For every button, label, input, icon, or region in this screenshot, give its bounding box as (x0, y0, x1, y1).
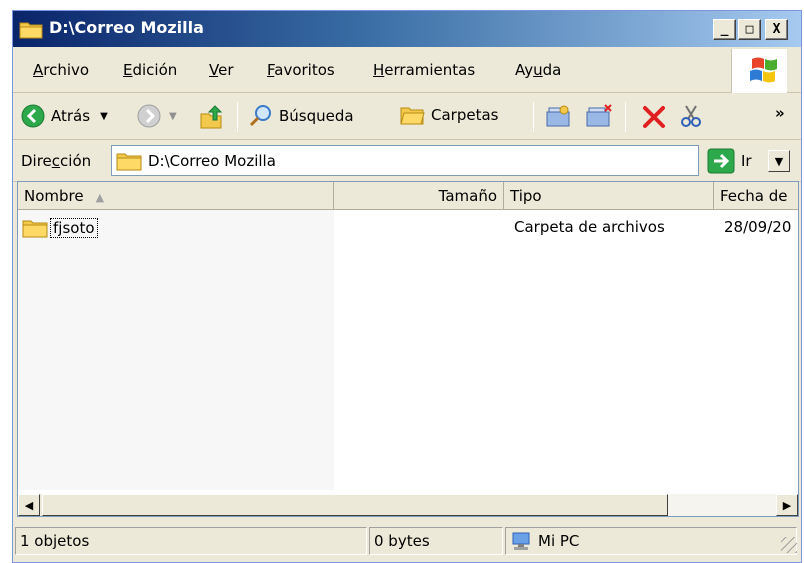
go-button[interactable]: Ir (707, 148, 752, 174)
copy-to-folder-icon (586, 104, 612, 127)
back-dropdown-icon[interactable]: ▼ (100, 111, 108, 122)
title-bar[interactable]: D:\Correo Mozilla _ □ X (13, 11, 801, 47)
windows-logo (731, 49, 787, 93)
address-input[interactable]: D:\Correo Mozilla ▼ (111, 145, 790, 176)
delete-button[interactable] (641, 104, 667, 130)
toolbar-separator (625, 102, 626, 132)
maximize-button[interactable]: □ (738, 19, 761, 40)
move-to-folder-icon (546, 105, 570, 127)
type-cell: Carpeta de archivos (514, 218, 665, 236)
address-bar: Dirección D:\Correo Mozilla ▼ Ir (13, 140, 801, 182)
menu-archivo[interactable]: Archivo (33, 61, 89, 79)
delete-icon (643, 106, 665, 128)
column-header-row: Nombre ▲ Tamaño Tipo Fecha de (18, 182, 798, 210)
scissors-icon (681, 105, 701, 127)
forward-button[interactable]: ▼ (137, 104, 177, 128)
toolbar-overflow-button[interactable]: » (775, 104, 785, 122)
menu-ver[interactable]: Ver (209, 61, 234, 79)
menu-favoritos[interactable]: Favoritos (267, 61, 335, 79)
folders-icon (400, 107, 425, 125)
column-header-name[interactable]: Nombre ▲ (18, 182, 334, 210)
chevron-right-icon: ▶ (782, 498, 792, 512)
address-label: Dirección (21, 152, 92, 170)
folder-icon (116, 153, 142, 171)
table-row[interactable]: fjsoto Carpeta de archivos 28/09/20 (18, 216, 798, 240)
name-column-shading (18, 210, 334, 490)
folders-button[interactable]: Carpetas (399, 104, 498, 126)
status-object-count: 1 objetos (15, 527, 367, 555)
scroll-left-button[interactable]: ◀ (18, 494, 40, 516)
back-label: Atrás (51, 107, 91, 125)
folders-label: Carpetas (431, 106, 499, 124)
explorer-window: D:\Correo Mozilla _ □ X Archivo Edición … (12, 10, 802, 563)
minimize-button[interactable]: _ (713, 19, 736, 40)
folder-icon (22, 220, 48, 238)
chevron-down-icon: ▼ (774, 154, 784, 168)
computer-icon (512, 532, 530, 550)
toolbar-separator (237, 102, 238, 132)
copy-to-button[interactable] (585, 104, 613, 128)
address-value: D:\Correo Mozilla (148, 152, 276, 170)
file-name: fjsoto (50, 218, 98, 238)
search-label: Búsqueda (279, 107, 354, 125)
resize-grip[interactable] (781, 537, 797, 553)
name-cell[interactable]: fjsoto (22, 218, 98, 238)
move-to-button[interactable] (545, 104, 571, 128)
menu-herramientas[interactable]: Herramientas (373, 61, 475, 79)
windows-flag-icon (750, 57, 777, 83)
date-cell: 28/09/20 (724, 218, 792, 236)
close-button[interactable]: X (765, 19, 788, 40)
status-bar: 1 objetos 0 bytes Mi PC (13, 523, 801, 559)
search-icon (249, 105, 271, 127)
folder-icon (19, 22, 43, 39)
menu-ayuda[interactable]: Ayuda (515, 61, 561, 79)
toolbar-separator (533, 102, 534, 132)
file-list-view[interactable]: Nombre ▲ Tamaño Tipo Fecha de fjsoto Carp… (17, 181, 799, 517)
status-size: 0 bytes (369, 527, 503, 555)
back-arrow-icon (21, 104, 45, 128)
window-title: D:\Correo Mozilla (49, 18, 204, 37)
status-location: Mi PC (505, 527, 797, 555)
back-button[interactable]: Atrás ▼ (21, 104, 108, 128)
scroll-right-button[interactable]: ▶ (776, 494, 798, 516)
forward-dropdown-icon[interactable]: ▼ (169, 111, 177, 122)
go-label: Ir (741, 152, 752, 170)
cut-button[interactable] (679, 104, 703, 128)
scrollbar-track[interactable] (668, 494, 776, 516)
scrollbar-thumb[interactable] (42, 494, 668, 516)
up-folder-icon (200, 105, 223, 129)
menu-edicion[interactable]: Edición (123, 61, 177, 79)
column-header-type[interactable]: Tipo (504, 182, 714, 210)
search-button[interactable]: Búsqueda (249, 104, 354, 128)
menu-bar: Archivo Edición Ver Favoritos Herramient… (13, 47, 801, 93)
horizontal-scrollbar[interactable]: ◀ ▶ (18, 494, 798, 516)
column-header-date[interactable]: Fecha de (714, 182, 798, 210)
sort-ascending-icon: ▲ (95, 191, 105, 204)
go-arrow-icon (707, 148, 735, 174)
standard-toolbar: Atrás ▼ ▼ Búsqueda Carpetas » (13, 94, 801, 140)
chevron-left-icon: ◀ (24, 498, 34, 512)
up-folder-button[interactable] (199, 104, 225, 130)
forward-arrow-icon (137, 104, 161, 128)
column-header-size[interactable]: Tamaño (334, 182, 504, 210)
address-dropdown-button[interactable]: ▼ (768, 150, 790, 172)
